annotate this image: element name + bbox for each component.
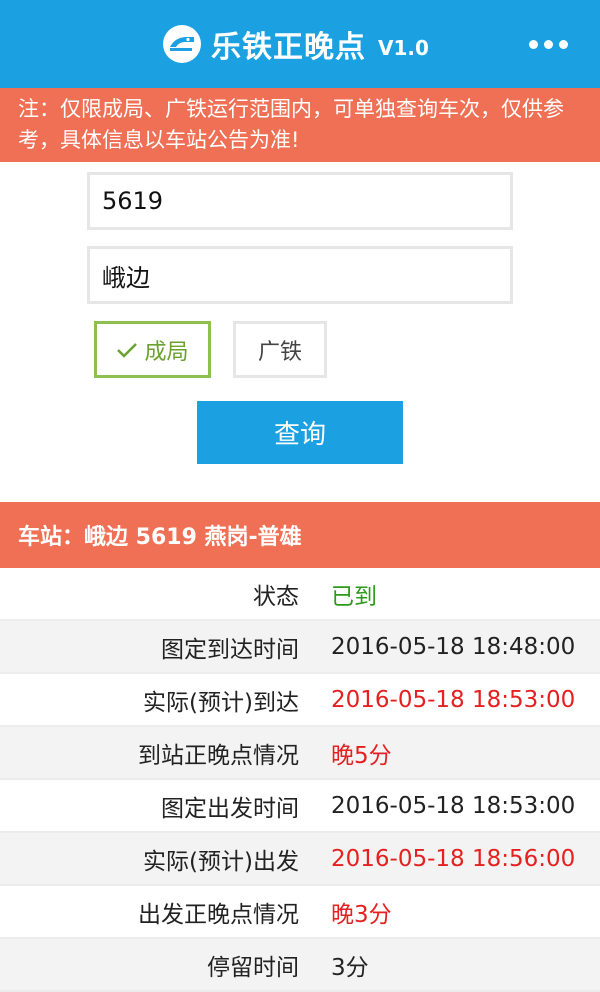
row-label: 状态 <box>253 583 299 610</box>
option-guangtie[interactable]: 广铁 <box>233 321 327 378</box>
table-row: 实际(预计)到达 2016-05-18 18:53:00 <box>0 674 600 727</box>
table-row: 停留时间 3分 <box>0 939 600 992</box>
table-row: 出发正晚点情况 晚3分 <box>0 886 600 939</box>
table-row: 实际(预计)出发 2016-05-18 18:56:00 <box>0 833 600 886</box>
brand: 乐铁正晚点 V1.0 <box>163 22 429 66</box>
row-label: 图定到达时间 <box>161 636 299 663</box>
result-title: 车站：峨边 5619 燕岗-普雄 <box>0 502 600 568</box>
row-value: 3分 <box>331 954 369 981</box>
table-row: 到站正晚点情况 晚5分 <box>0 727 600 780</box>
row-label: 实际(预计)到达 <box>143 689 299 716</box>
row-label: 到站正晚点情况 <box>138 742 299 769</box>
train-logo-icon <box>163 25 201 63</box>
row-label: 停留时间 <box>207 954 299 981</box>
row-label: 图定出发时间 <box>161 795 299 822</box>
notice-banner: 注：仅限成局、广铁运行范围内，可单独查询车次，仅供参考，具体信息以车站公告为准! <box>0 88 600 162</box>
table-row: 图定出发时间 2016-05-18 18:53:00 <box>0 780 600 833</box>
row-value: 晚3分 <box>331 901 392 928</box>
row-value: 2016-05-18 18:53:00 <box>331 792 576 819</box>
row-value: 2016-05-18 18:48:00 <box>331 633 576 660</box>
table-row: 状态 已到 <box>0 568 600 621</box>
option-guangtie-label: 广铁 <box>257 339 302 365</box>
option-chengju-label: 成局 <box>144 339 189 365</box>
row-label: 实际(预计)出发 <box>143 848 299 875</box>
more-dots-icon[interactable] <box>529 40 568 49</box>
row-value: 已到 <box>331 583 377 610</box>
option-chengju[interactable]: 成局 <box>94 321 211 378</box>
app-header: 乐铁正晚点 V1.0 <box>0 0 600 88</box>
result-table: 状态 已到 图定到达时间 2016-05-18 18:48:00 实际(预计)到… <box>0 568 600 992</box>
app-title: 乐铁正晚点 <box>211 30 366 65</box>
row-value: 晚5分 <box>331 742 392 769</box>
app-version: V1.0 <box>378 36 429 60</box>
station-input[interactable]: 峨边 <box>87 246 513 304</box>
train-number-input[interactable]: 5619 <box>87 172 513 230</box>
row-value: 2016-05-18 18:53:00 <box>331 686 576 713</box>
table-row: 图定到达时间 2016-05-18 18:48:00 <box>0 621 600 674</box>
query-button[interactable]: 查询 <box>197 401 403 464</box>
row-value: 2016-05-18 18:56:00 <box>331 845 576 872</box>
check-icon <box>116 341 138 359</box>
row-label: 出发正晚点情况 <box>138 901 299 928</box>
